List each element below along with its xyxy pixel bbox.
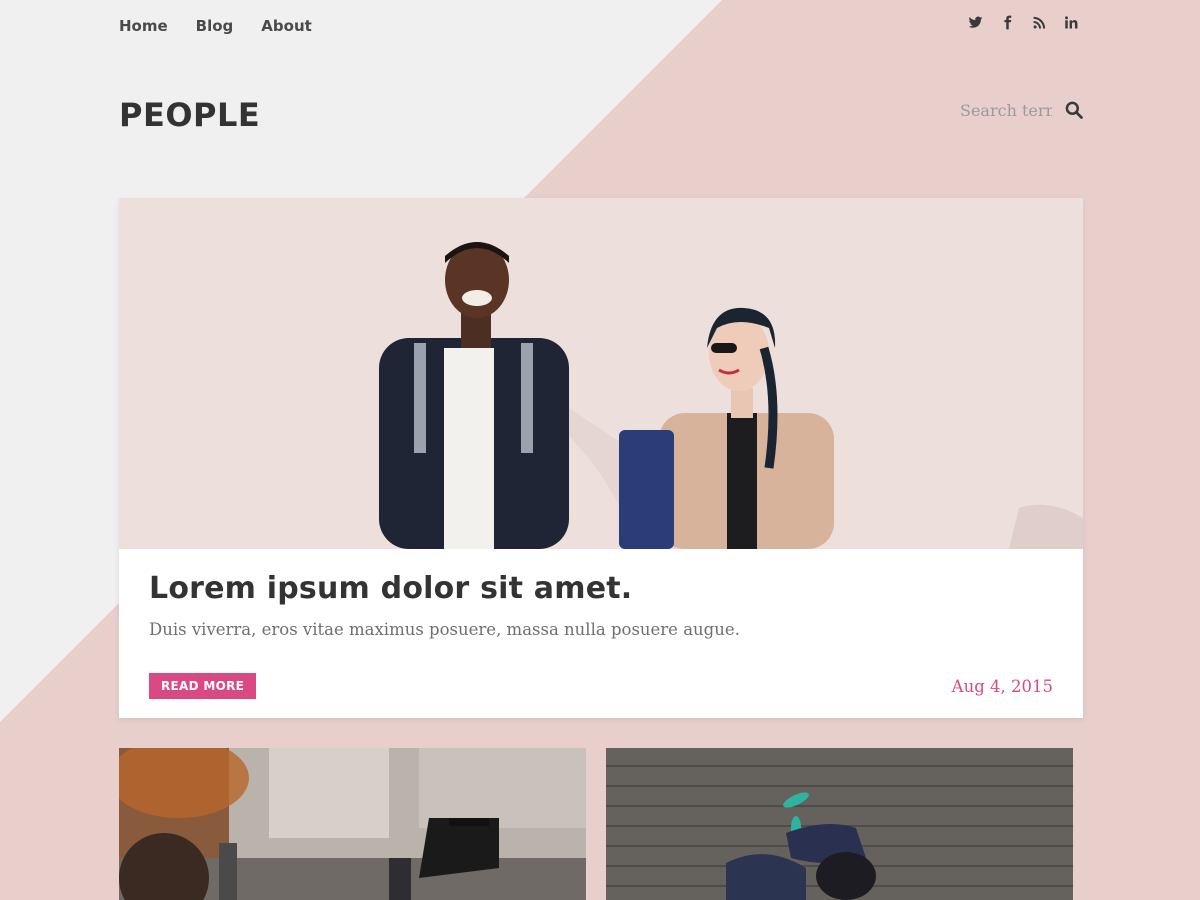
search-input[interactable] — [960, 100, 1052, 120]
nav-about-link[interactable]: About — [261, 14, 312, 38]
nav-home-link[interactable]: Home — [119, 14, 168, 38]
twitter-icon[interactable] — [967, 12, 983, 32]
social-links — [967, 12, 1079, 32]
facebook-icon[interactable] — [999, 12, 1015, 32]
search-icon[interactable] — [1064, 100, 1084, 120]
featured-post-image[interactable] — [119, 198, 1083, 549]
featured-post-card: Lorem ipsum dolor sit amet. Duis viverra… — [119, 198, 1083, 718]
post-thumbnail-pianist[interactable] — [119, 748, 586, 900]
featured-post-body: Lorem ipsum dolor sit amet. Duis viverra… — [119, 549, 1083, 718]
rss-icon[interactable] — [1031, 12, 1047, 32]
page-title: PEOPLE — [119, 96, 261, 134]
nav-blog-link[interactable]: Blog — [196, 14, 234, 38]
hero-photo-illustration — [119, 198, 1083, 549]
linkedin-icon[interactable] — [1063, 12, 1079, 32]
featured-post-date: Aug 4, 2015 — [951, 677, 1053, 696]
featured-post-title[interactable]: Lorem ipsum dolor sit amet. — [149, 571, 1053, 606]
pianist-photo-illustration — [119, 748, 586, 900]
boardwalk-photo-illustration — [606, 748, 1073, 900]
main-navigation: Home Blog About — [119, 14, 312, 38]
featured-post-excerpt: Duis viverra, eros vitae maximus posuere… — [149, 620, 740, 639]
search-form — [960, 100, 1084, 120]
read-more-button[interactable]: READ MORE — [149, 673, 257, 699]
post-thumbnail-boardwalk[interactable] — [606, 748, 1073, 900]
